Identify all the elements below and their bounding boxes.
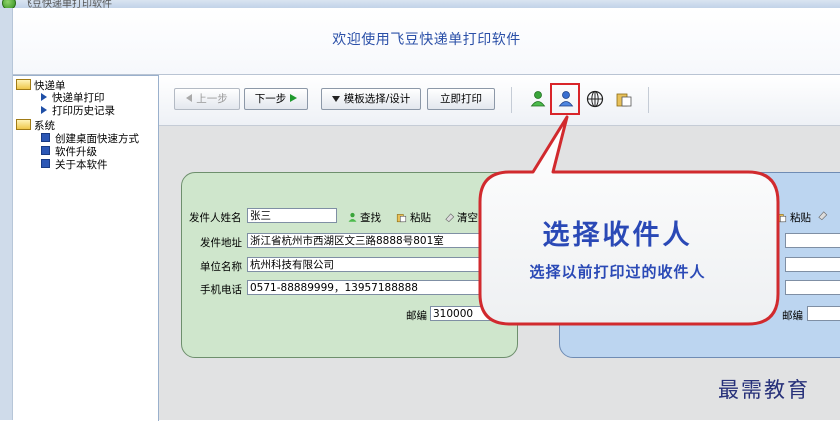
watermark-text: 最需教育 <box>718 378 810 402</box>
callout-title: 选择收件人 <box>542 220 693 251</box>
callout-subtitle: 选择以前打印过的收件人 <box>529 263 706 281</box>
callout-bubble <box>478 115 780 326</box>
